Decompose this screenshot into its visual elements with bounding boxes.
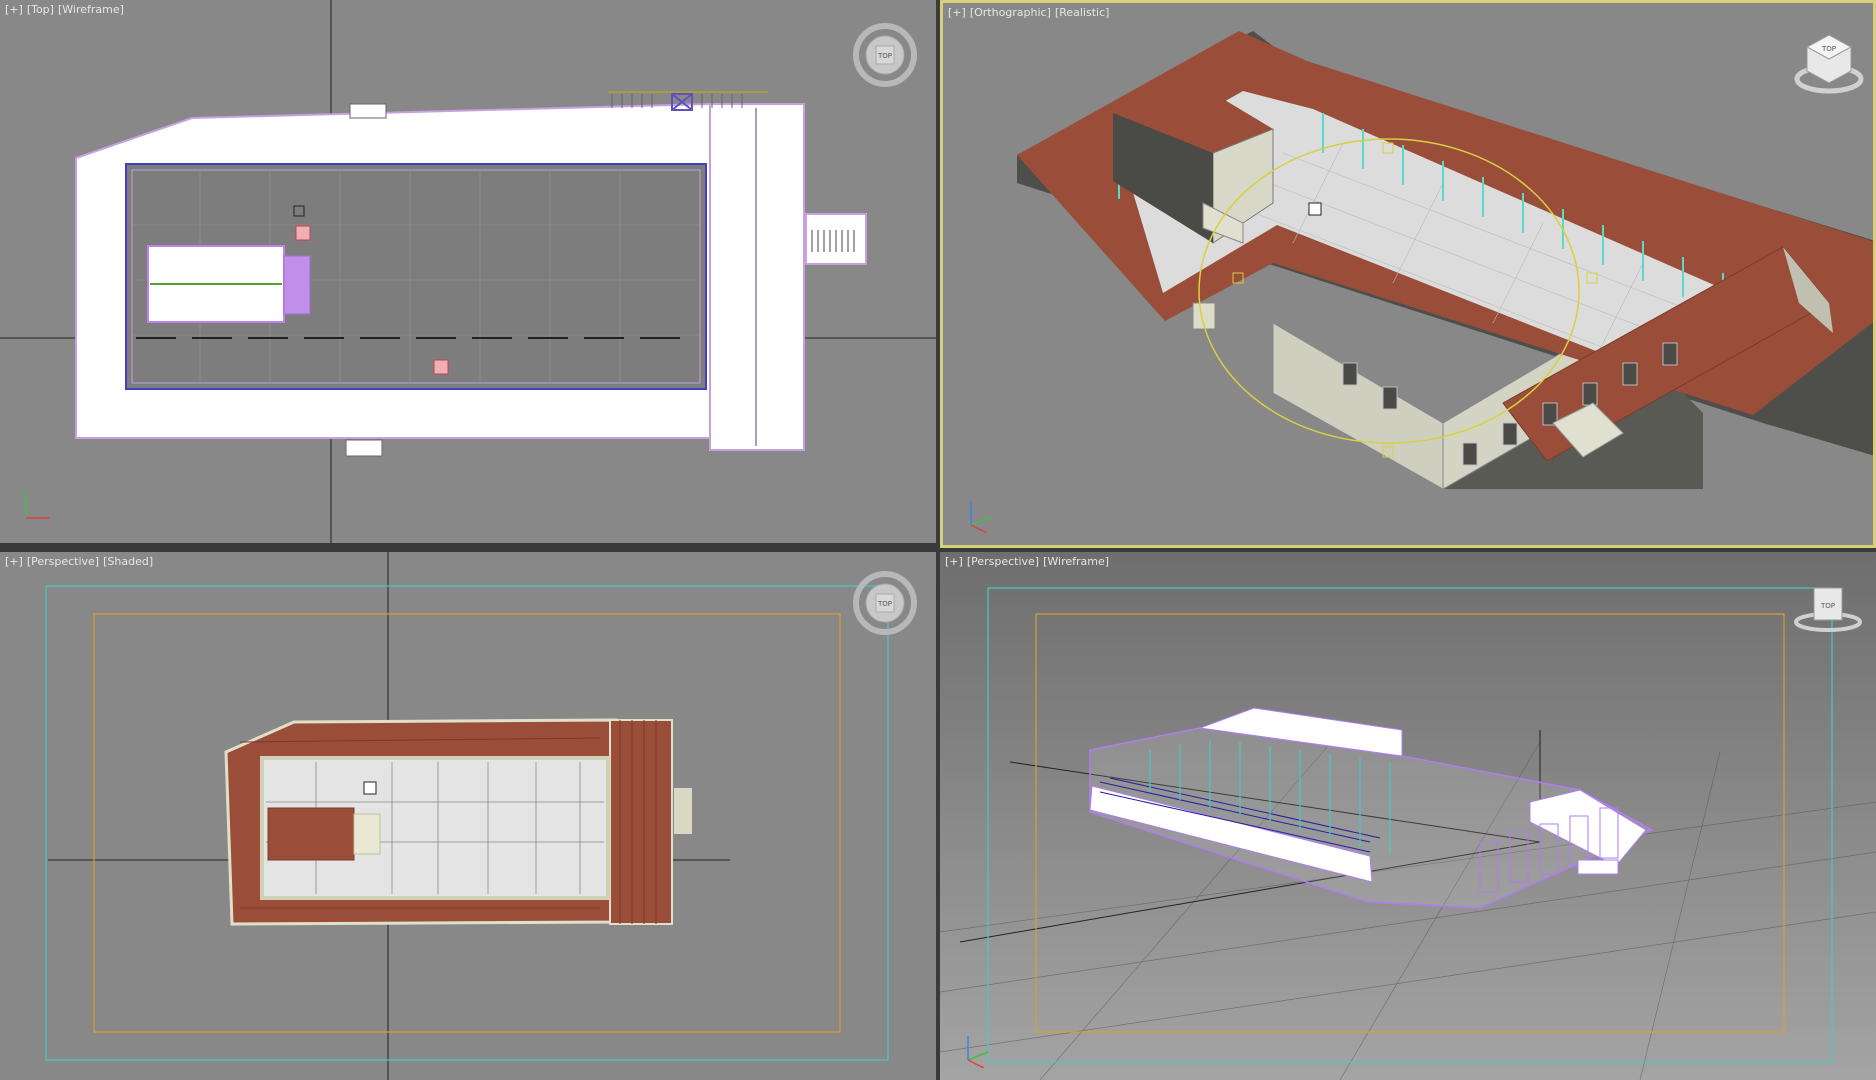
shading-mode[interactable]: [Wireframe] <box>1043 555 1109 568</box>
view-cube-icon[interactable]: TOP <box>852 22 918 88</box>
viewport-menu[interactable]: [+] <box>5 555 23 568</box>
axis-tripod-icon <box>967 1036 989 1068</box>
right-wing <box>709 103 805 451</box>
viewport-perspective-wireframe[interactable]: [+] [Perspective] [Wireframe] TOP <box>940 552 1876 1080</box>
view-cube-icon[interactable]: TOP <box>1792 578 1864 638</box>
front-facade <box>1272 322 1444 490</box>
viewport-menu[interactable]: [+] <box>945 555 963 568</box>
perspective-shaded-scene <box>45 552 889 1080</box>
axis-tripod-icon <box>970 501 992 533</box>
view-name[interactable]: [Perspective] <box>967 555 1039 568</box>
nav-label: TOP <box>877 52 892 60</box>
view-cube-icon[interactable]: TOP <box>852 570 918 636</box>
viewport-top-wireframe[interactable]: [+] [Top] [Wireframe] TOP <box>0 0 936 543</box>
view-name[interactable]: [Orthographic] <box>970 6 1051 19</box>
view-name[interactable]: [Perspective] <box>27 555 99 568</box>
viewport-menu[interactable]: [+] <box>948 6 966 19</box>
viewport-label-top[interactable]: [+] [Top] [Wireframe] <box>5 3 128 16</box>
viewport-perspective-shaded[interactable]: [+] [Perspective] [Shaded] TOP <box>0 552 936 1080</box>
shading-mode[interactable]: [Wireframe] <box>58 3 124 16</box>
cube-label: TOP <box>1821 45 1836 53</box>
viewport-menu[interactable]: [+] <box>5 3 23 16</box>
view-cube-icon[interactable]: TOP <box>1793 27 1865 97</box>
viewport-label-persp-shaded[interactable]: [+] [Perspective] [Shaded] <box>5 555 157 568</box>
nav-label: TOP <box>877 600 892 608</box>
cube-label: TOP <box>1820 602 1835 610</box>
ortho-realistic-scene <box>1017 31 1873 490</box>
view-name[interactable]: [Top] <box>27 3 54 16</box>
axis-tripod-icon <box>25 492 50 519</box>
temple <box>267 807 355 861</box>
top-wireframe-scene <box>0 0 936 543</box>
viewport-label-persp-wire[interactable]: [+] [Perspective] [Wireframe] <box>945 555 1113 568</box>
shading-mode[interactable]: [Shaded] <box>103 555 153 568</box>
viewport-ortho-realistic[interactable]: [+] [Orthographic] [Realistic] TOP <box>940 0 1876 548</box>
perspective-wireframe-scene <box>940 552 1876 1080</box>
shading-mode[interactable]: [Realistic] <box>1055 6 1110 19</box>
viewport-label-ortho[interactable]: [+] [Orthographic] [Realistic] <box>948 6 1113 19</box>
